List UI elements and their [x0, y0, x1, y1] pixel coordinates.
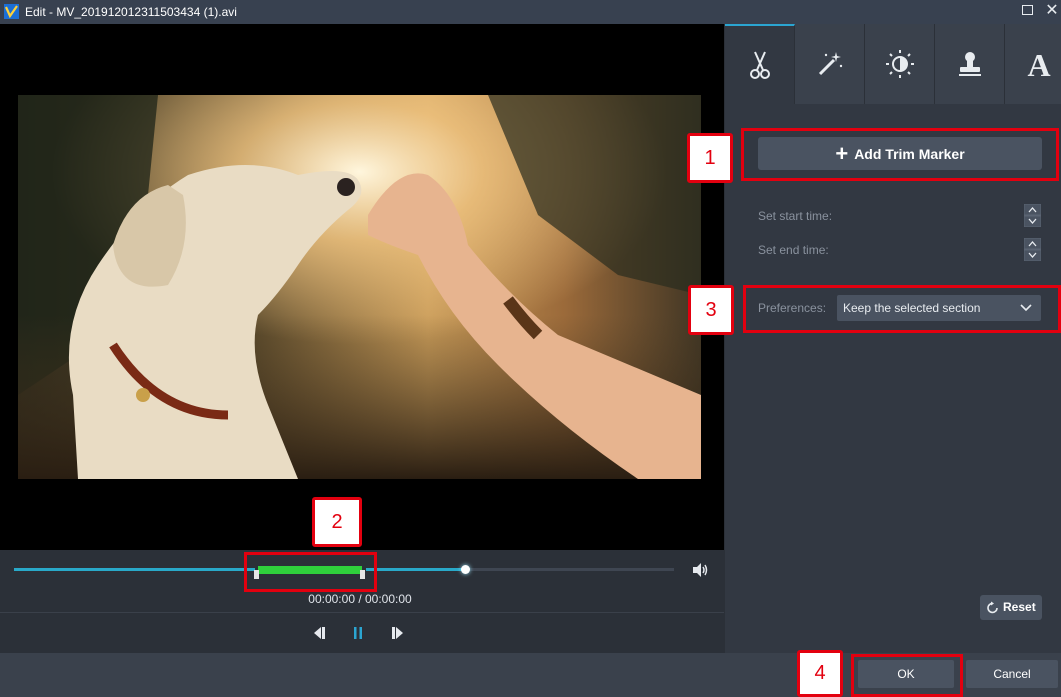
previous-frame-icon[interactable] — [311, 626, 327, 640]
tab-trim[interactable] — [725, 24, 795, 104]
callout-number-3: 3 — [688, 285, 734, 335]
reset-label: Reset — [1003, 600, 1036, 614]
maximize-icon[interactable] — [1022, 5, 1033, 15]
start-time-spinner[interactable] — [1024, 204, 1041, 227]
app-logo-icon — [4, 4, 19, 19]
timeline-remaining[interactable] — [466, 568, 674, 571]
time-display: 00:00:00 / 00:00:00 — [308, 592, 412, 606]
cancel-button[interactable]: Cancel — [966, 660, 1058, 688]
timeline-progress[interactable] — [366, 568, 466, 571]
edit-panel — [725, 24, 1061, 653]
timeline-progress[interactable] — [14, 568, 255, 571]
callout-number-1: 1 — [687, 133, 733, 183]
tab-text[interactable]: A — [1004, 24, 1061, 104]
playhead[interactable] — [461, 565, 470, 574]
callout-highlight-2 — [244, 552, 377, 592]
window-title: Edit - MV_201912012311503434 (1).avi — [25, 5, 237, 19]
tab-adjust[interactable] — [865, 24, 935, 104]
svg-text:A: A — [1027, 48, 1050, 80]
end-time-spinner[interactable] — [1024, 238, 1041, 261]
start-time-label: Set start time: — [758, 209, 833, 223]
callout-highlight-3 — [743, 285, 1061, 333]
callout-highlight-4 — [851, 654, 963, 697]
text-icon: A — [1027, 48, 1050, 80]
callout-number-2: 2 — [312, 497, 362, 547]
divider — [0, 612, 724, 613]
scissors-icon — [749, 51, 770, 79]
magic-wand-icon — [818, 52, 842, 76]
brightness-icon — [885, 50, 914, 78]
pause-icon[interactable] — [351, 626, 365, 640]
end-time-label: Set end time: — [758, 243, 829, 257]
volume-icon[interactable] — [691, 562, 709, 578]
tab-watermark[interactable] — [935, 24, 1005, 104]
close-icon[interactable]: ✕ — [1044, 2, 1060, 20]
reset-icon — [987, 601, 998, 614]
tab-effects[interactable] — [795, 24, 865, 104]
video-frame — [18, 95, 701, 479]
next-frame-icon[interactable] — [390, 626, 406, 640]
callout-highlight-1 — [741, 128, 1059, 181]
callout-number-4: 4 — [797, 650, 843, 697]
stamp-icon — [958, 52, 981, 76]
reset-button[interactable]: Reset — [980, 595, 1042, 620]
